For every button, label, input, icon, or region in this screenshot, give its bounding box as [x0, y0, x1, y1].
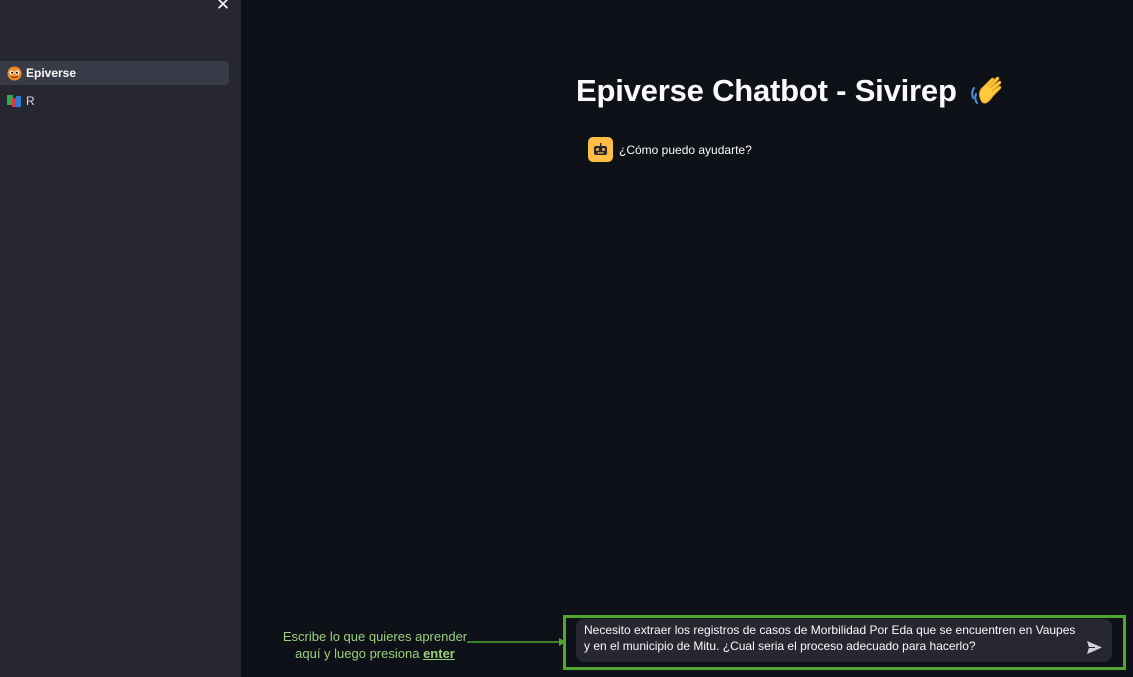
sidebar-item-label: Epiverse: [26, 66, 77, 80]
page-title: Epiverse Chatbot - Sivirep: [576, 72, 1007, 110]
send-button[interactable]: [1085, 639, 1103, 655]
main-content: Epiverse Chatbot - Sivirep ¿Cómo puedo a…: [241, 0, 1133, 677]
epiverse-logo-icon: [6, 65, 22, 81]
robot-icon: [588, 137, 613, 162]
page-title-text: Epiverse Chatbot - Sivirep: [576, 73, 957, 108]
instruction-line-2: aquí y luego presiona enter: [275, 645, 475, 662]
send-icon: [1086, 640, 1102, 654]
r-logo-icon: [6, 93, 22, 109]
sidebar-item-label: R: [26, 94, 35, 108]
enter-keyword: enter: [423, 646, 455, 661]
sidebar-nav: Epiverse R: [0, 61, 229, 117]
instruction-annotation: Escribe lo que quieres aprender aquí y l…: [275, 628, 475, 662]
annotation-arrow-icon: [467, 638, 566, 646]
sidebar: ✕ Epiverse R: [0, 0, 241, 677]
sidebar-item-epiverse[interactable]: Epiverse: [0, 61, 229, 85]
close-sidebar-button[interactable]: ✕: [214, 0, 232, 14]
assistant-message: ¿Cómo puedo ayudarte?: [588, 137, 752, 162]
assistant-message-text: ¿Cómo puedo ayudarte?: [619, 142, 752, 157]
sidebar-item-r[interactable]: R: [0, 89, 229, 113]
instruction-line-1: Escribe lo que quieres aprender: [282, 629, 468, 644]
waving-hand-icon: [969, 72, 1007, 110]
chat-input[interactable]: Necesito extraer los registros de casos …: [576, 619, 1112, 662]
instruction-line-2-text: aquí y luego presiona: [295, 646, 420, 661]
